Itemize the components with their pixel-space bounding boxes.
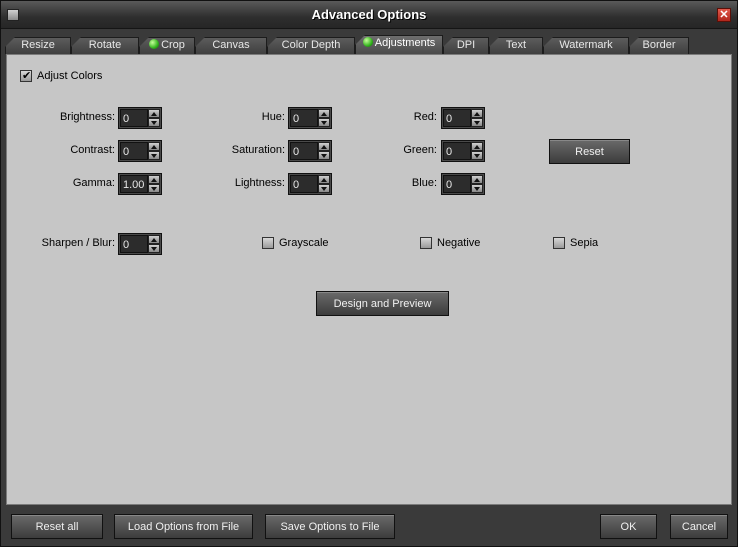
lightness-spinner[interactable]: 0 xyxy=(288,173,332,195)
status-dot-icon xyxy=(362,37,373,47)
spin-down-icon[interactable] xyxy=(471,184,483,193)
spin-down-icon[interactable] xyxy=(148,184,160,193)
spin-down-icon[interactable] xyxy=(471,151,483,160)
tab-resize[interactable]: Resize xyxy=(5,37,71,54)
brightness-value[interactable]: 0 xyxy=(120,109,148,127)
design-and-preview-button[interactable]: Design and Preview xyxy=(316,291,449,316)
brightness-spinner[interactable]: 0 xyxy=(118,107,162,129)
sepia-label[interactable]: Sepia xyxy=(570,237,598,249)
red-spinner[interactable]: 0 xyxy=(441,107,485,129)
close-icon[interactable]: ✕ xyxy=(717,8,731,22)
red-label: Red: xyxy=(413,111,437,123)
tab-label: Text xyxy=(505,39,527,51)
tab-label: Color Depth xyxy=(281,39,341,51)
spin-down-icon[interactable] xyxy=(318,184,330,193)
spin-up-icon[interactable] xyxy=(471,142,483,151)
spin-up-icon[interactable] xyxy=(148,175,160,184)
spin-down-icon[interactable] xyxy=(318,118,330,127)
brightness-label: Brightness: xyxy=(59,111,115,123)
tab-label: DPI xyxy=(456,39,476,51)
title-bar[interactable]: Advanced Options ✕ xyxy=(1,1,737,29)
status-dot-icon xyxy=(149,39,160,49)
red-value[interactable]: 0 xyxy=(443,109,471,127)
spin-up-icon[interactable] xyxy=(148,109,160,118)
contrast-label: Contrast: xyxy=(70,144,115,156)
spin-up-icon[interactable] xyxy=(318,175,330,184)
sepia-checkbox[interactable] xyxy=(553,237,565,249)
negative-checkbox[interactable] xyxy=(420,237,432,249)
spin-down-icon[interactable] xyxy=(148,151,160,160)
ok-button[interactable]: OK xyxy=(600,514,657,539)
blue-label: Blue: xyxy=(411,177,437,189)
spin-up-icon[interactable] xyxy=(318,109,330,118)
tab-strip: Resize Rotate Crop Canvas Color Depth Ad… xyxy=(1,29,737,54)
saturation-value[interactable]: 0 xyxy=(290,142,318,160)
hue-value[interactable]: 0 xyxy=(290,109,318,127)
contrast-spinner[interactable]: 0 xyxy=(118,140,162,162)
tab-label: Border xyxy=(642,39,676,51)
spin-up-icon[interactable] xyxy=(471,175,483,184)
lightness-label: Lightness: xyxy=(234,177,285,189)
hue-spinner[interactable]: 0 xyxy=(288,107,332,129)
lightness-value[interactable]: 0 xyxy=(290,175,318,193)
gamma-value[interactable]: 1.00 xyxy=(120,175,148,193)
green-value[interactable]: 0 xyxy=(443,142,471,160)
blue-value[interactable]: 0 xyxy=(443,175,471,193)
tab-rotate[interactable]: Rotate xyxy=(71,37,139,54)
cancel-button[interactable]: Cancel xyxy=(670,514,728,539)
spin-up-icon[interactable] xyxy=(148,235,160,244)
tab-border[interactable]: Border xyxy=(629,37,689,54)
load-options-button[interactable]: Load Options from File xyxy=(114,514,253,539)
contrast-value[interactable]: 0 xyxy=(120,142,148,160)
advanced-options-window: Advanced Options ✕ Resize Rotate Crop Ca… xyxy=(0,0,738,547)
sharpen-blur-label: Sharpen / Blur: xyxy=(41,237,115,249)
adjustments-panel: Adjust Colors Brightness: 0 Contrast: 0 … xyxy=(6,54,732,505)
grayscale-checkbox[interactable] xyxy=(262,237,274,249)
green-spinner[interactable]: 0 xyxy=(441,140,485,162)
green-label: Green: xyxy=(403,144,437,156)
tab-label: Rotate xyxy=(88,39,122,51)
tab-watermark[interactable]: Watermark xyxy=(543,37,629,54)
sharpen-blur-value[interactable]: 0 xyxy=(120,235,148,253)
save-options-button[interactable]: Save Options to File xyxy=(265,514,395,539)
grayscale-label[interactable]: Grayscale xyxy=(279,237,329,249)
tab-crop[interactable]: Crop xyxy=(139,37,195,54)
tab-label: Adjustments xyxy=(374,37,436,49)
hue-label: Hue: xyxy=(261,111,285,123)
spin-down-icon[interactable] xyxy=(318,151,330,160)
spin-up-icon[interactable] xyxy=(318,142,330,151)
spin-down-icon[interactable] xyxy=(148,118,160,127)
spin-down-icon[interactable] xyxy=(148,244,160,253)
saturation-spinner[interactable]: 0 xyxy=(288,140,332,162)
reset-button[interactable]: Reset xyxy=(549,139,630,164)
reset-all-button[interactable]: Reset all xyxy=(11,514,103,539)
tab-label: Resize xyxy=(21,39,55,51)
blue-spinner[interactable]: 0 xyxy=(441,173,485,195)
gamma-spinner[interactable]: 1.00 xyxy=(118,173,162,195)
tab-adjustments[interactable]: Adjustments xyxy=(355,35,443,54)
gamma-label: Gamma: xyxy=(72,177,115,189)
spin-up-icon[interactable] xyxy=(148,142,160,151)
spin-up-icon[interactable] xyxy=(471,109,483,118)
saturation-label: Saturation: xyxy=(231,144,285,156)
spin-down-icon[interactable] xyxy=(471,118,483,127)
negative-label[interactable]: Negative xyxy=(437,237,480,249)
tab-label: Crop xyxy=(161,39,185,51)
tab-dpi[interactable]: DPI xyxy=(443,37,489,54)
footer-bar: Reset all Load Options from File Save Op… xyxy=(1,506,737,546)
tab-canvas[interactable]: Canvas xyxy=(195,37,267,54)
sharpen-blur-spinner[interactable]: 0 xyxy=(118,233,162,255)
tab-label: Watermark xyxy=(559,39,613,51)
adjust-colors-checkbox[interactable] xyxy=(20,69,32,82)
window-title: Advanced Options xyxy=(311,7,427,22)
tab-text[interactable]: Text xyxy=(489,37,543,54)
tab-label: Canvas xyxy=(212,39,250,51)
tab-color-depth[interactable]: Color Depth xyxy=(267,37,355,54)
adjust-colors-label[interactable]: Adjust Colors xyxy=(37,70,102,82)
